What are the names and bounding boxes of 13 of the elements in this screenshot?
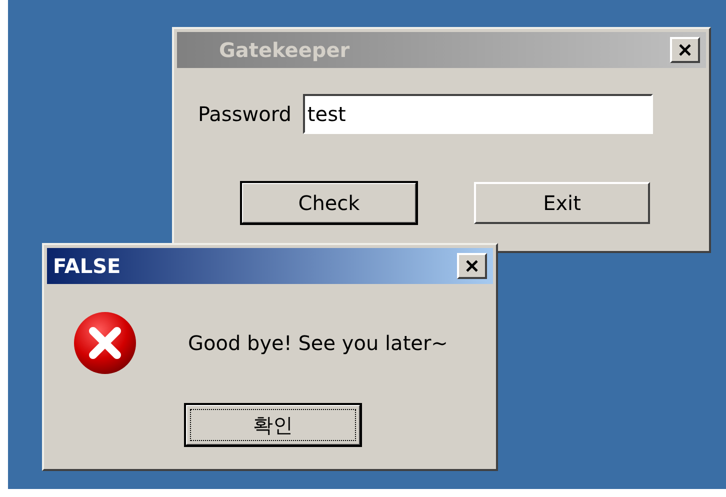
dialog-button[interactable]: Exit: [474, 182, 650, 224]
close-button[interactable]: [457, 253, 487, 279]
window-title: Gatekeeper: [218, 38, 350, 62]
close-icon: [678, 44, 692, 56]
ok-button[interactable]: 확인: [185, 404, 361, 446]
dialog-button[interactable]: Check: [241, 182, 417, 224]
password-field[interactable]: test: [303, 94, 654, 134]
close-icon: [465, 260, 479, 272]
close-button[interactable]: [670, 37, 700, 63]
window-title: FALSE: [53, 254, 121, 278]
password-label: Password: [198, 102, 292, 126]
error-icon: [72, 310, 138, 376]
message-text: Good bye! See you later~: [188, 331, 448, 355]
